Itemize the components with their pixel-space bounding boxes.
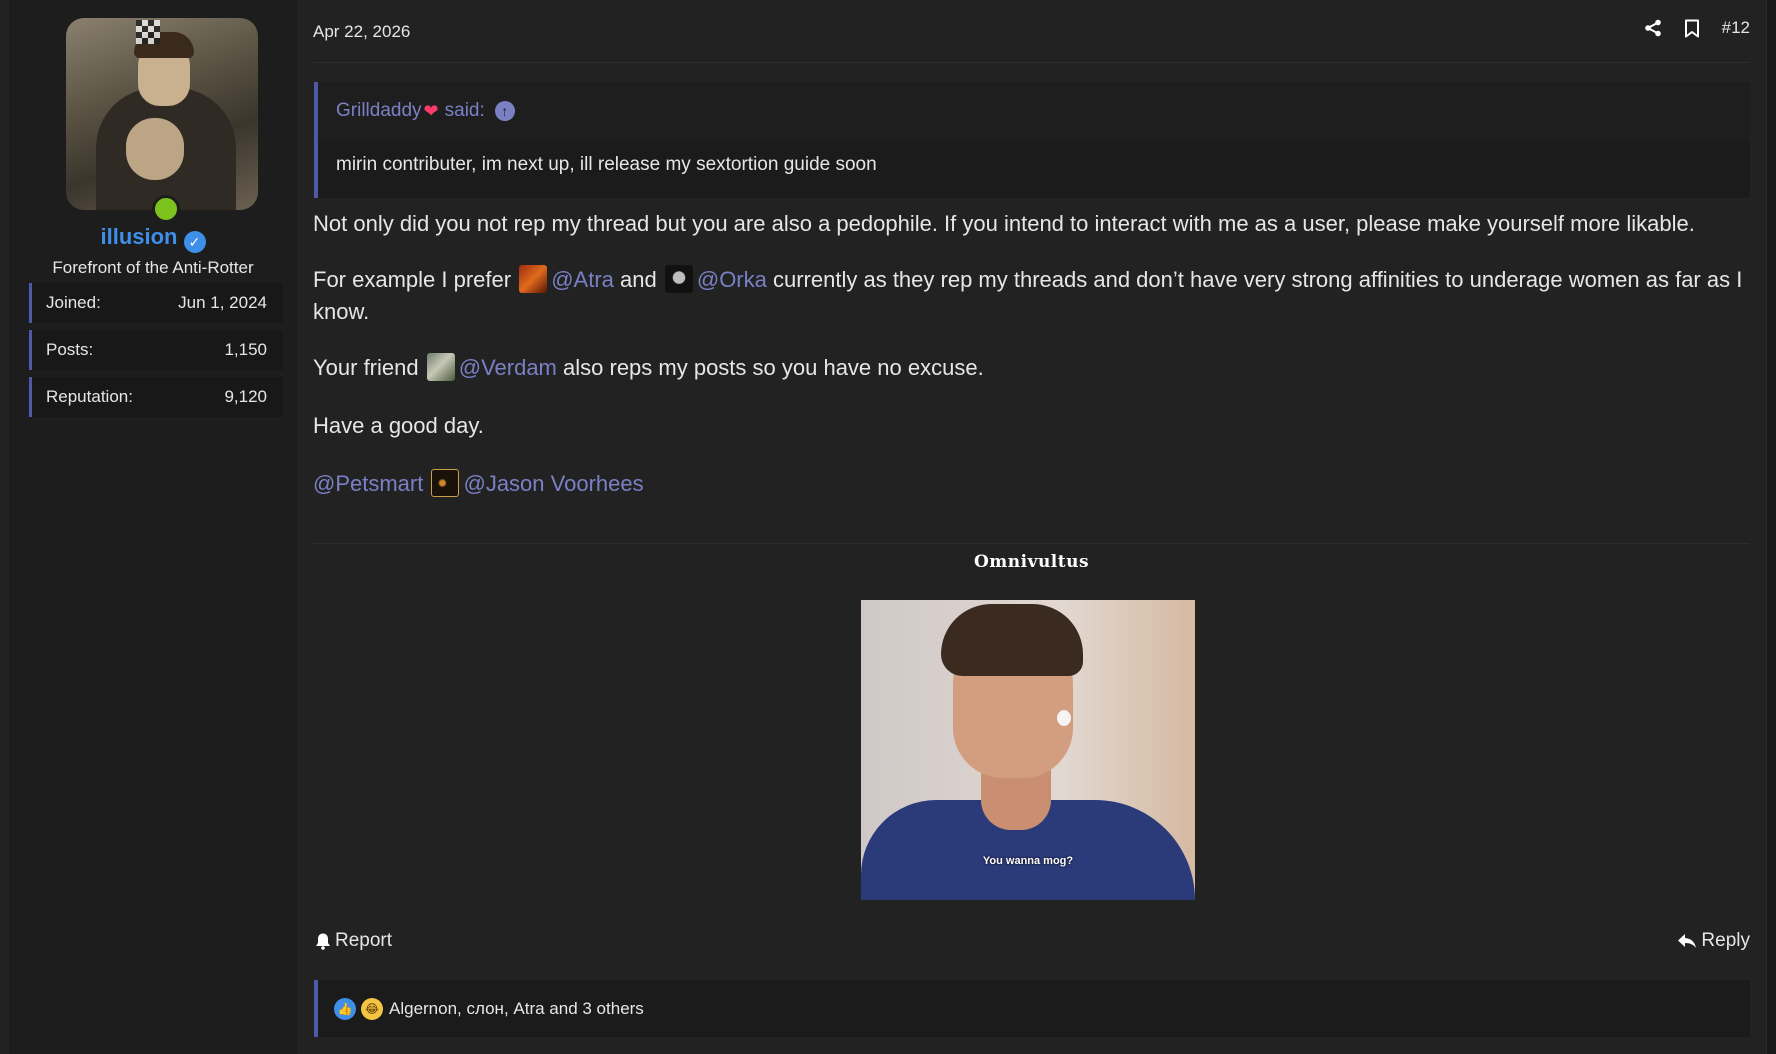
reply-button[interactable]: Reply — [1677, 930, 1750, 952]
signature-name: Omnivultus — [973, 552, 1090, 572]
reactions-bar[interactable]: 👍 😂 Algernon, слон, Atra and 3 others — [314, 980, 1750, 1037]
post-paragraph-2: For example I prefer @Atra and @Orka cur… — [313, 264, 1753, 328]
stat-posts: Posts: 1,150 — [29, 330, 283, 370]
quote-text: mirin contributer, im next up, ill relea… — [336, 154, 877, 175]
post-date[interactable]: Apr 22, 2026 — [313, 22, 410, 42]
mention-atra[interactable]: @Atra — [551, 267, 614, 292]
mention-jason-voorhees[interactable]: @Jason Voorhees — [463, 471, 643, 496]
quote-header: Grilldaddy ❤ said: ↑ — [318, 82, 1750, 140]
orka-avatar-icon[interactable] — [664, 265, 693, 293]
post-paragraph-4: Have a good day. — [313, 413, 484, 438]
stat-reputation: Reputation: 9,120 — [29, 377, 283, 417]
verified-check-icon: ✓ — [183, 231, 206, 253]
quote-said-label: said: — [444, 100, 485, 121]
paragraph-text: For example I prefer — [313, 267, 512, 292]
paragraph-text: Your friend — [313, 355, 419, 380]
post-number[interactable]: #12 — [1722, 18, 1750, 38]
reply-arrow-icon — [1677, 933, 1697, 949]
stat-label: Joined: — [46, 293, 101, 312]
stat-label: Posts: — [46, 340, 94, 359]
user-sidebar: illusion✓ Forefront of the Anti-Rotter M… — [9, 0, 297, 1054]
quote-author[interactable]: Grilldaddy — [336, 100, 422, 122]
report-button[interactable]: Report — [315, 930, 392, 952]
stat-label: Reputation: — [46, 387, 133, 406]
mention-verdam[interactable]: @Verdam — [459, 355, 557, 380]
signature-divider — [313, 543, 1750, 544]
forum-post: illusion✓ Forefront of the Anti-Rotter M… — [0, 0, 1767, 1054]
username[interactable]: illusion ✓ — [9, 224, 297, 253]
jason-voorhees-avatar-icon[interactable] — [431, 469, 460, 497]
signature-image-caption: You wanna mog? — [982, 855, 1074, 867]
username-text[interactable]: illusion — [101, 224, 178, 249]
stat-joined: Joined: Jun 1, 2024 — [29, 283, 283, 323]
post-mentions-line: @Petsmart @Jason Voorhees — [313, 468, 1753, 500]
verdam-avatar-icon[interactable] — [426, 353, 455, 381]
paragraph-text: and — [620, 267, 657, 292]
atra-avatar-icon[interactable] — [519, 265, 548, 293]
mention-orka[interactable]: @Orka — [697, 267, 767, 292]
bell-icon — [315, 932, 331, 950]
reply-label: Reply — [1701, 930, 1750, 951]
reactions-list[interactable]: Algernon, слон, Atra and 3 others — [389, 999, 644, 1019]
header-divider — [313, 62, 1750, 63]
laugh-reaction-icon: 😂 — [361, 997, 383, 1020]
mention-petsmart[interactable]: @Petsmart — [313, 471, 423, 496]
heart-icon: ❤ — [423, 100, 439, 121]
like-reaction-icon: 👍 — [334, 997, 356, 1020]
quote-block: Grilldaddy ❤ said: ↑ mirin contributer, … — [314, 82, 1750, 198]
post-paragraph-1: Not only did you not rep my thread but y… — [313, 211, 1695, 236]
share-icon[interactable] — [1644, 19, 1662, 37]
stat-value: 1,150 — [224, 340, 267, 359]
stat-value: 9,120 — [224, 387, 267, 406]
post-header-actions: #12 — [1644, 18, 1750, 38]
report-label: Report — [335, 930, 393, 951]
signature-image: You wanna mog? — [861, 600, 1195, 900]
jump-to-quote-icon[interactable]: ↑ — [494, 101, 515, 121]
bookmark-icon[interactable] — [1684, 19, 1700, 38]
post-paragraph-3: Your friend @Verdam also reps my posts s… — [313, 352, 1753, 384]
avatar[interactable] — [66, 18, 258, 210]
paragraph-text: also reps my posts so you have no excuse… — [563, 355, 984, 380]
online-status-indicator — [152, 195, 180, 223]
stat-value: Jun 1, 2024 — [178, 293, 267, 312]
post-main: Apr 22, 2026 #12 Grilldaddy ❤ said: ↑ mi… — [297, 0, 1766, 1054]
